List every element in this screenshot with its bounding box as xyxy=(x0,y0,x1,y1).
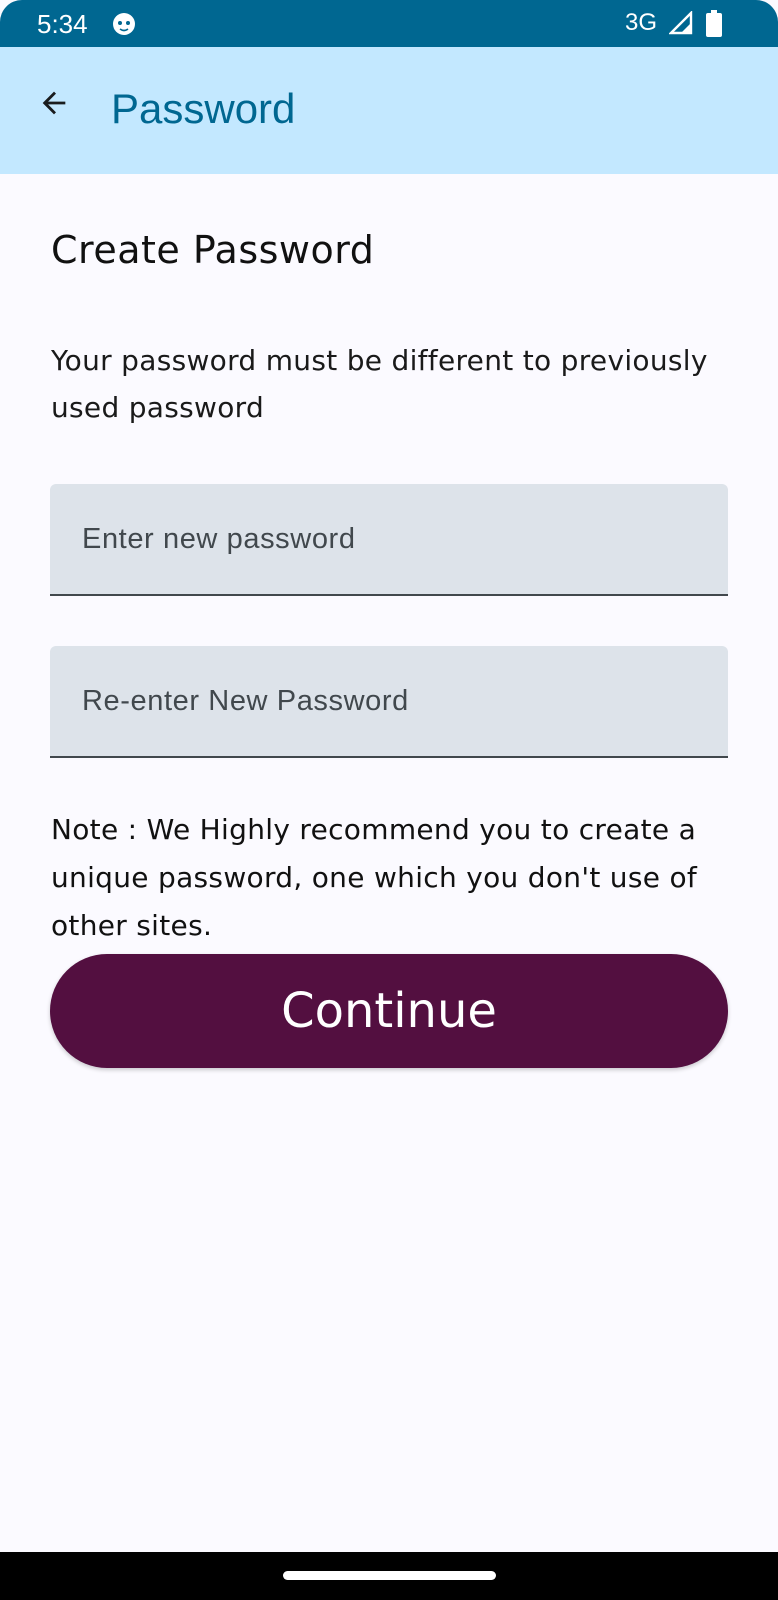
status-time: 5:34 xyxy=(37,9,88,39)
signal-icon xyxy=(669,11,693,35)
android-face-icon xyxy=(113,13,135,35)
home-indicator[interactable] xyxy=(283,1571,496,1580)
note-text: Note : We Highly recommend you to create… xyxy=(51,813,698,942)
reenter-password-input[interactable] xyxy=(50,646,728,756)
reenter-password-field[interactable] xyxy=(50,646,728,758)
status-bar: 5:34 3G xyxy=(0,0,778,47)
continue-button[interactable]: Continue xyxy=(50,954,728,1068)
network-type: 3G xyxy=(625,9,658,36)
back-button[interactable] xyxy=(26,75,82,131)
battery-icon xyxy=(706,10,722,37)
new-password-input[interactable] xyxy=(50,484,728,594)
page-heading: Create Password xyxy=(51,228,375,272)
navigation-bar xyxy=(0,1552,778,1600)
new-password-field[interactable] xyxy=(50,484,728,596)
arrow-back-icon xyxy=(42,91,66,115)
app-bar-title: Password xyxy=(111,85,296,132)
subtitle-text: Your password must be different to previ… xyxy=(51,344,708,424)
app-bar: Password xyxy=(0,47,778,174)
